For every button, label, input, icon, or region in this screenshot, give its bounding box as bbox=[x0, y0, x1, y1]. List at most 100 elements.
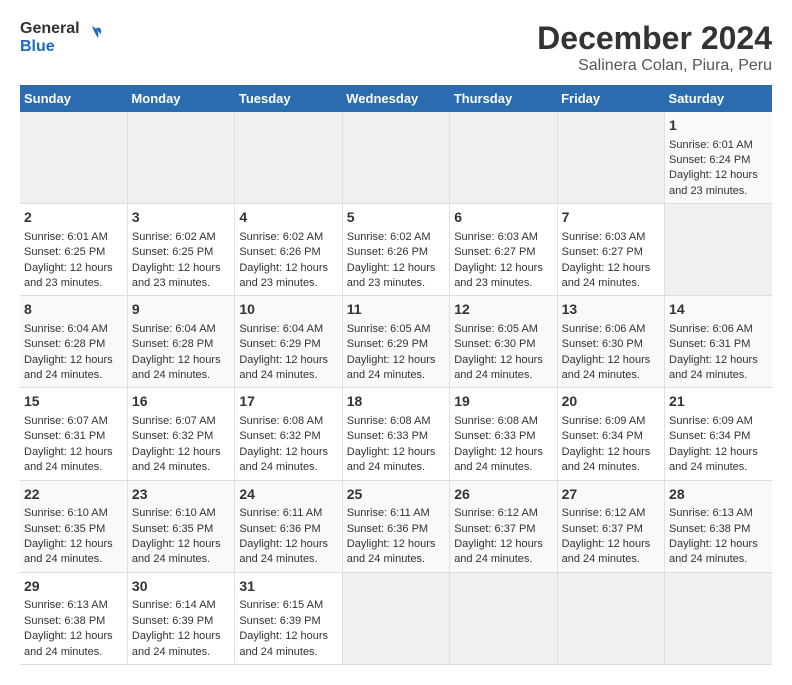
sunrise: Sunrise: 6:01 AM bbox=[24, 231, 108, 243]
header-sunday: Sunday bbox=[20, 85, 127, 112]
daylight: Daylight: 12 hours and 24 minutes. bbox=[347, 446, 436, 473]
day-number: 28 bbox=[669, 485, 768, 505]
daylight: Daylight: 12 hours and 23 minutes. bbox=[454, 262, 543, 289]
calendar-day bbox=[665, 572, 772, 664]
sunrise: Sunrise: 6:08 AM bbox=[454, 415, 538, 427]
sunrise: Sunrise: 6:14 AM bbox=[132, 599, 216, 611]
sunset: Sunset: 6:30 PM bbox=[562, 338, 643, 350]
header-saturday: Saturday bbox=[665, 85, 772, 112]
day-number: 23 bbox=[132, 485, 230, 505]
daylight: Daylight: 12 hours and 24 minutes. bbox=[132, 538, 221, 565]
sunrise: Sunrise: 6:08 AM bbox=[347, 415, 431, 427]
logo-line2: Blue bbox=[20, 38, 80, 56]
sunrise: Sunrise: 6:06 AM bbox=[669, 323, 753, 335]
sunrise: Sunrise: 6:04 AM bbox=[239, 323, 323, 335]
sunrise: Sunrise: 6:02 AM bbox=[347, 231, 431, 243]
sunrise: Sunrise: 6:05 AM bbox=[454, 323, 538, 335]
empty-cell bbox=[557, 112, 664, 204]
day-number: 24 bbox=[239, 485, 337, 505]
day-number: 6 bbox=[454, 208, 552, 228]
calendar-day: 9Sunrise: 6:04 AMSunset: 6:28 PMDaylight… bbox=[127, 296, 234, 388]
calendar-day: 24 Sunrise: 6:11 AM Sunset: 6:36 PM Dayligh… bbox=[235, 480, 342, 572]
daylight: Daylight: 12 hours and 24 minutes. bbox=[24, 630, 113, 657]
day-number: 25 bbox=[347, 485, 445, 505]
calendar-day bbox=[450, 572, 557, 664]
calendar-day: 5Sunrise: 6:02 AMSunset: 6:26 PMDaylight… bbox=[342, 204, 449, 296]
day-number: 19 bbox=[454, 392, 552, 412]
calendar-day: 18Sunrise: 6:08 AMSunset: 6:33 PMDayligh… bbox=[342, 388, 449, 480]
day-number: 8 bbox=[24, 300, 123, 320]
calendar-week-row: 29Sunrise: 6:13 AMSunset: 6:38 PMDayligh… bbox=[20, 572, 772, 664]
calendar-day: 14Sunrise: 6:06 AMSunset: 6:31 PMDayligh… bbox=[665, 296, 772, 388]
day-number: 21 bbox=[669, 392, 768, 412]
daylight: Daylight: 12 hours and 24 minutes. bbox=[239, 446, 328, 473]
calendar-day: 6Sunrise: 6:03 AMSunset: 6:27 PMDaylight… bbox=[450, 204, 557, 296]
daylight: Daylight: 12 hours and 24 minutes. bbox=[239, 630, 328, 657]
sunset: Sunset: 6:36 PM bbox=[239, 523, 320, 535]
sunset: Sunset: 6:24 PM bbox=[669, 154, 750, 166]
sunrise: Sunrise: 6:03 AM bbox=[454, 231, 538, 243]
daylight: Daylight: 12 hours and 24 minutes. bbox=[239, 538, 328, 565]
sunset: Sunset: 6:34 PM bbox=[669, 430, 750, 442]
sunset: Sunset: 6:37 PM bbox=[562, 523, 643, 535]
calendar-day: 20Sunrise: 6:09 AMSunset: 6:34 PMDayligh… bbox=[557, 388, 664, 480]
daylight: Daylight: 12 hours and 23 minutes. bbox=[24, 262, 113, 289]
sunrise: Sunrise: 6:07 AM bbox=[24, 415, 108, 427]
daylight: Daylight: 12 hours and 24 minutes. bbox=[24, 538, 113, 565]
calendar-week-row: 15Sunrise: 6:07 AMSunset: 6:31 PMDayligh… bbox=[20, 388, 772, 480]
sunrise: Sunrise: 6:12 AM bbox=[454, 507, 538, 519]
sunrise: Sunrise: 6:11 AM bbox=[239, 507, 322, 519]
day-number: 7 bbox=[562, 208, 660, 228]
empty-cell bbox=[342, 112, 449, 204]
daylight: Daylight: 12 hours and 24 minutes. bbox=[347, 354, 436, 381]
empty-cell bbox=[127, 112, 234, 204]
title-block: December 2024 Salinera Colan, Piura, Per… bbox=[537, 20, 772, 75]
day-number: 13 bbox=[562, 300, 660, 320]
empty-cell bbox=[450, 112, 557, 204]
calendar-day: 13Sunrise: 6:06 AMSunset: 6:30 PMDayligh… bbox=[557, 296, 664, 388]
calendar-day: 4Sunrise: 6:02 AMSunset: 6:26 PMDaylight… bbox=[235, 204, 342, 296]
calendar-week-row: 2Sunrise: 6:01 AMSunset: 6:25 PMDaylight… bbox=[20, 204, 772, 296]
header-thursday: Thursday bbox=[450, 85, 557, 112]
calendar-day: 28Sunrise: 6:13 AMSunset: 6:38 PMDayligh… bbox=[665, 480, 772, 572]
sunset: Sunset: 6:28 PM bbox=[24, 338, 105, 350]
sunset: Sunset: 6:39 PM bbox=[239, 615, 320, 627]
sunrise: Sunrise: 6:08 AM bbox=[239, 415, 323, 427]
day-number: 31 bbox=[239, 577, 337, 597]
sunset: Sunset: 6:25 PM bbox=[24, 246, 105, 258]
sunset: Sunset: 6:29 PM bbox=[347, 338, 428, 350]
day-number: 9 bbox=[132, 300, 230, 320]
day-number: 11 bbox=[347, 300, 445, 320]
sunrise: Sunrise: 6:09 AM bbox=[669, 415, 753, 427]
day-number: 5 bbox=[347, 208, 445, 228]
page-header: General Blue December 2024 Salinera Cola… bbox=[20, 20, 772, 75]
sunrise: Sunrise: 6:10 AM bbox=[24, 507, 108, 519]
sunrise: Sunrise: 6:05 AM bbox=[347, 323, 431, 335]
sunset: Sunset: 6:35 PM bbox=[24, 523, 105, 535]
sunrise: Sunrise: 6:04 AM bbox=[132, 323, 216, 335]
daylight: Daylight: 12 hours and 23 minutes. bbox=[347, 262, 436, 289]
sunrise: Sunrise: 6:03 AM bbox=[562, 231, 646, 243]
header-monday: Monday bbox=[127, 85, 234, 112]
calendar-day bbox=[342, 572, 449, 664]
calendar-day: 23Sunrise: 6:10 AMSunset: 6:35 PMDayligh… bbox=[127, 480, 234, 572]
sunrise: Sunrise: 6:13 AM bbox=[24, 599, 108, 611]
day-number: 26 bbox=[454, 485, 552, 505]
sunrise: Sunrise: 6:15 AM bbox=[239, 599, 323, 611]
day-number: 10 bbox=[239, 300, 337, 320]
day-number: 14 bbox=[669, 300, 768, 320]
sunrise: Sunrise: 6:10 AM bbox=[132, 507, 216, 519]
page-title: December 2024 bbox=[537, 20, 772, 57]
calendar-day: 2Sunrise: 6:01 AMSunset: 6:25 PMDaylight… bbox=[20, 204, 127, 296]
header-tuesday: Tuesday bbox=[235, 85, 342, 112]
sunrise: Sunrise: 6:07 AM bbox=[132, 415, 216, 427]
daylight: Daylight: 12 hours and 24 minutes. bbox=[454, 538, 543, 565]
daylight: Daylight: 12 hours and 23 minutes. bbox=[239, 262, 328, 289]
calendar-day: 1Sunrise: 6:01 AMSunset: 6:24 PMDaylight… bbox=[665, 112, 772, 204]
daylight: Daylight: 12 hours and 24 minutes. bbox=[454, 354, 543, 381]
calendar-day: 11 Sunrise: 6:05 AM Sunset: 6:29 PM Dayligh… bbox=[342, 296, 449, 388]
day-number: 4 bbox=[239, 208, 337, 228]
sunrise: Sunrise: 6:11 AM bbox=[347, 507, 430, 519]
daylight: Daylight: 12 hours and 23 minutes. bbox=[669, 169, 758, 196]
day-number: 18 bbox=[347, 392, 445, 412]
